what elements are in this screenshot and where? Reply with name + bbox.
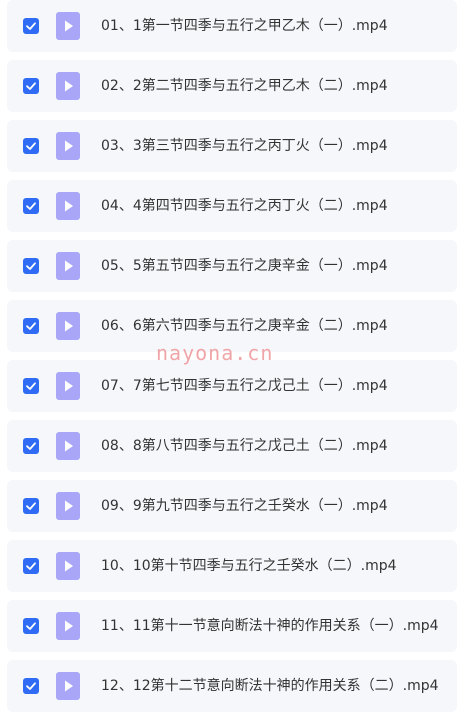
file-row[interactable]: 11、11第十一节意向断法十神的作用关系（一）.mp4 bbox=[7, 600, 457, 652]
file-name: 02、2第二节四季与五行之甲乙木（二）.mp4 bbox=[101, 78, 388, 94]
video-file-icon bbox=[56, 252, 80, 280]
video-file-icon bbox=[56, 612, 80, 640]
file-row[interactable]: 05、5第五节四季与五行之庚辛金（一）.mp4 bbox=[7, 240, 457, 292]
file-checkbox[interactable] bbox=[23, 678, 39, 694]
file-row[interactable]: 01、1第一节四季与五行之甲乙木（一）.mp4 bbox=[7, 0, 457, 52]
file-row[interactable]: 04、4第四节四季与五行之丙丁火（二）.mp4 bbox=[7, 180, 457, 232]
checkmark-icon bbox=[26, 82, 36, 90]
checkmark-icon bbox=[26, 562, 36, 570]
checkmark-icon bbox=[26, 382, 36, 390]
file-row[interactable]: 06、6第六节四季与五行之庚辛金（二）.mp4 bbox=[7, 300, 457, 352]
video-file-icon bbox=[56, 192, 80, 220]
video-file-icon bbox=[56, 492, 80, 520]
file-row[interactable]: 02、2第二节四季与五行之甲乙木（二）.mp4 bbox=[7, 60, 457, 112]
checkmark-icon bbox=[26, 682, 36, 690]
file-checkbox[interactable] bbox=[23, 618, 39, 634]
checkmark-icon bbox=[26, 142, 36, 150]
video-file-icon bbox=[56, 372, 80, 400]
video-file-icon bbox=[56, 12, 80, 40]
file-name: 11、11第十一节意向断法十神的作用关系（一）.mp4 bbox=[101, 618, 439, 634]
file-name: 03、3第三节四季与五行之丙丁火（一）.mp4 bbox=[101, 138, 388, 154]
file-row[interactable]: 07、7第七节四季与五行之戊己土（一）.mp4 bbox=[7, 360, 457, 412]
file-checkbox[interactable] bbox=[23, 258, 39, 274]
video-file-icon bbox=[56, 672, 80, 700]
checkmark-icon bbox=[26, 502, 36, 510]
file-checkbox[interactable] bbox=[23, 18, 39, 34]
file-name: 06、6第六节四季与五行之庚辛金（二）.mp4 bbox=[101, 318, 388, 334]
checkmark-icon bbox=[26, 322, 36, 330]
video-file-icon bbox=[56, 72, 80, 100]
file-name: 01、1第一节四季与五行之甲乙木（一）.mp4 bbox=[101, 18, 388, 34]
video-file-icon bbox=[56, 312, 80, 340]
file-list: 01、1第一节四季与五行之甲乙木（一）.mp4 02、2第二节四季与五行之甲乙木… bbox=[0, 0, 457, 714]
video-file-icon bbox=[56, 432, 80, 460]
file-checkbox[interactable] bbox=[23, 498, 39, 514]
checkmark-icon bbox=[26, 622, 36, 630]
file-name: 05、5第五节四季与五行之庚辛金（一）.mp4 bbox=[101, 258, 388, 274]
file-row[interactable]: 09、9第九节四季与五行之壬癸水（一）.mp4 bbox=[7, 480, 457, 532]
checkmark-icon bbox=[26, 202, 36, 210]
file-checkbox[interactable] bbox=[23, 438, 39, 454]
file-name: 04、4第四节四季与五行之丙丁火（二）.mp4 bbox=[101, 198, 388, 214]
file-row[interactable]: 08、8第八节四季与五行之戊己土（二）.mp4 bbox=[7, 420, 457, 472]
file-checkbox[interactable] bbox=[23, 558, 39, 574]
file-checkbox[interactable] bbox=[23, 78, 39, 94]
checkmark-icon bbox=[26, 22, 36, 30]
file-checkbox[interactable] bbox=[23, 138, 39, 154]
file-row[interactable]: 10、10第十节四季与五行之壬癸水（二）.mp4 bbox=[7, 540, 457, 592]
file-checkbox[interactable] bbox=[23, 318, 39, 334]
file-row[interactable]: 03、3第三节四季与五行之丙丁火（一）.mp4 bbox=[7, 120, 457, 172]
file-row[interactable]: 12、12第十二节意向断法十神的作用关系（二）.mp4 bbox=[7, 660, 457, 712]
checkmark-icon bbox=[26, 442, 36, 450]
file-name: 12、12第十二节意向断法十神的作用关系（二）.mp4 bbox=[101, 678, 439, 694]
file-checkbox[interactable] bbox=[23, 378, 39, 394]
file-name: 10、10第十节四季与五行之壬癸水（二）.mp4 bbox=[101, 558, 397, 574]
file-name: 08、8第八节四季与五行之戊己土（二）.mp4 bbox=[101, 438, 388, 454]
checkmark-icon bbox=[26, 262, 36, 270]
file-name: 09、9第九节四季与五行之壬癸水（一）.mp4 bbox=[101, 498, 388, 514]
video-file-icon bbox=[56, 132, 80, 160]
file-name: 07、7第七节四季与五行之戊己土（一）.mp4 bbox=[101, 378, 388, 394]
video-file-icon bbox=[56, 552, 80, 580]
file-checkbox[interactable] bbox=[23, 198, 39, 214]
